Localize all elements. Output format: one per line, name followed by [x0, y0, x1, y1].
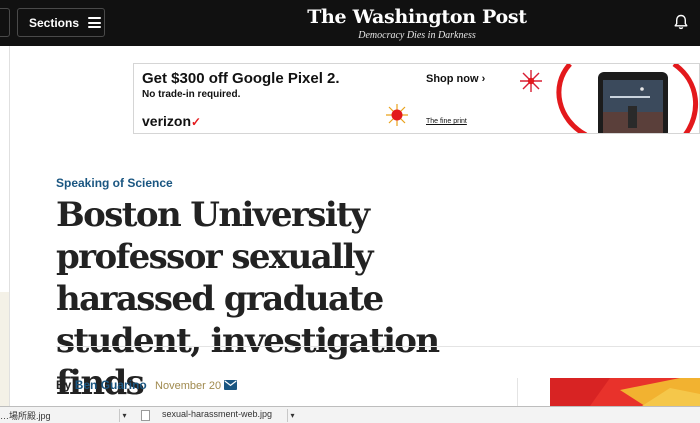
hamburger-icon: [88, 17, 102, 28]
ad-fine-print-link[interactable]: The fine print: [426, 118, 467, 125]
download-item[interactable]: sexual-harassment-web.jpg ▾: [134, 409, 298, 423]
article-kicker[interactable]: Speaking of Science: [56, 176, 173, 190]
nav-button-partial[interactable]: [0, 8, 10, 37]
chevron-down-icon[interactable]: ▾: [119, 409, 129, 422]
author-link[interactable]: Ben Guarino: [75, 378, 147, 392]
ad-brand-logo: verizon✓: [142, 113, 201, 129]
download-item[interactable]: …場所殿.jpg ▾: [0, 409, 131, 423]
masthead[interactable]: The Washington Post Democracy Dies in Da…: [300, 6, 534, 42]
ad-subline: No trade-in required.: [142, 89, 241, 100]
left-rule: [9, 46, 10, 406]
publish-date: November 20: [155, 380, 222, 392]
byline-prefix: By: [56, 378, 72, 392]
checkmark-icon: ✓: [191, 115, 202, 129]
byline: By Ben Guarino November 20: [56, 378, 221, 392]
chevron-right-icon: ›: [481, 73, 486, 85]
download-filename: sexual-harassment-web.jpg: [162, 409, 273, 419]
bell-icon[interactable]: [674, 14, 688, 30]
headline-divider: [56, 346, 700, 347]
file-icon: [141, 410, 150, 421]
site-tagline: Democracy Dies in Darkness: [358, 30, 476, 41]
article-headline: Boston University professor sexually har…: [56, 195, 440, 403]
top-nav-bar: Sections The Washington Post Democracy D…: [0, 0, 700, 46]
mail-icon[interactable]: [224, 380, 237, 390]
sections-label: Sections: [29, 15, 80, 30]
site-logo[interactable]: The Washington Post: [300, 6, 534, 28]
chevron-down-icon[interactable]: ▾: [287, 409, 297, 422]
download-filename: …場所殿.jpg: [0, 411, 51, 421]
ad-cta-label: Shop now: [426, 73, 479, 85]
ad-shop-now-button[interactable]: Shop now ›: [426, 73, 485, 85]
download-shelf: …場所殿.jpg ▾ sexual-harassment-web.jpg ▾: [0, 406, 700, 423]
left-side-panel: [0, 292, 9, 406]
related-story-image[interactable]: [550, 378, 700, 406]
sections-button[interactable]: Sections: [17, 8, 105, 37]
ad-headline: Get $300 off Google Pixel 2.: [142, 70, 340, 87]
advertisement-banner[interactable]: Get $300 off Google Pixel 2. No trade-in…: [133, 63, 700, 134]
ad-brand-name: verizon: [142, 113, 192, 129]
column-divider: [517, 378, 518, 406]
